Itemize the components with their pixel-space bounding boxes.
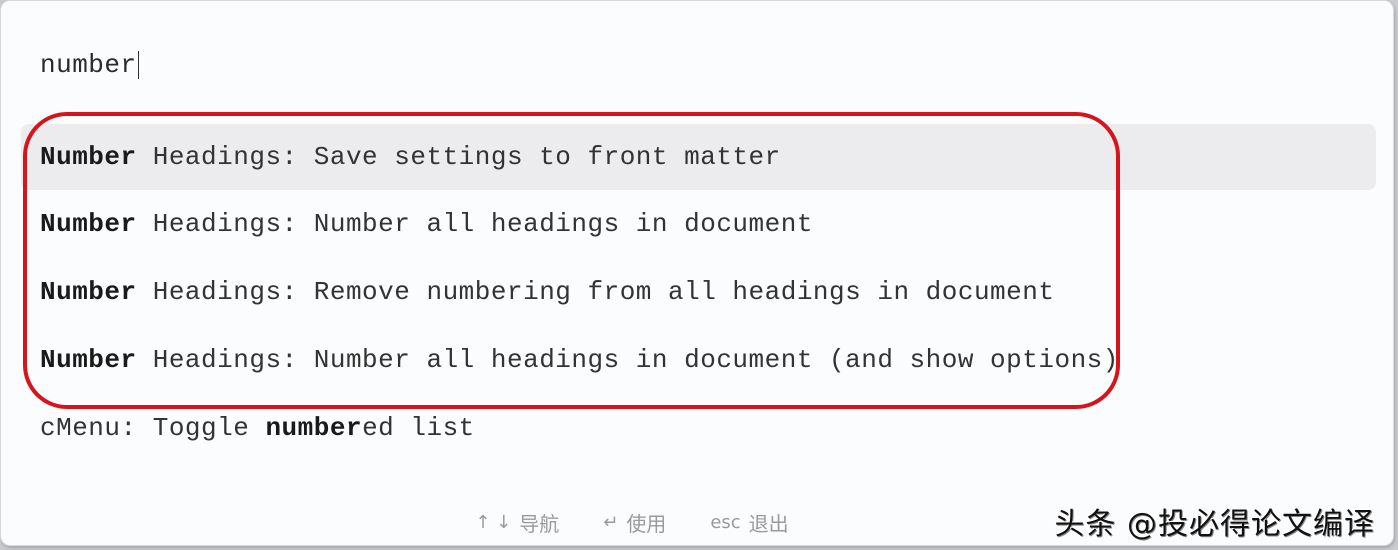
result-match: Number [40,142,137,172]
result-label: Headings: Number all headings in documen… [136,345,1119,375]
result-match: Number [40,209,137,239]
result-label: Headings: Save settings to front matter [136,142,781,172]
result-match: Number [40,345,137,375]
result-match: Number [40,277,137,307]
hint-navigate: ↑ ↓ 导航 [475,508,559,537]
hint-use-label: 使用 [626,511,667,536]
result-match: number [265,413,363,443]
enter-icon: ↵ [603,511,619,533]
result-prefix: cMenu: Toggle [40,413,266,443]
command-palette: number Number Headings: Save settings to… [0,0,1394,546]
result-suffix: ed list [362,413,475,443]
hint-use: ↵ 使用 [603,508,666,537]
result-item[interactable]: Number Headings: Number all headings in … [21,326,1376,394]
hint-exit: esc 退出 [710,508,788,537]
result-label: Headings: Number all headings in documen… [136,209,813,239]
result-item[interactable]: Number Headings: Number all headings in … [21,190,1376,258]
result-label: Headings: Remove numbering from all head… [136,277,1055,307]
esc-key-label: esc [710,511,741,533]
up-down-arrows-icon: ↑ ↓ [475,511,512,533]
results-list: Number Headings: Save settings to front … [21,124,1376,462]
result-item[interactable]: cMenu: Toggle number ed list [21,394,1376,462]
hint-navigate-label: 导航 [519,511,560,536]
watermark: 头条 @投必得论文编译 [1054,507,1375,542]
search-row: number [40,45,139,85]
result-item[interactable]: Number Headings: Remove numbering from a… [21,258,1376,326]
hint-exit-label: 退出 [748,511,789,536]
result-item[interactable]: Number Headings: Save settings to front … [21,124,1376,190]
search-input[interactable]: number [40,50,137,80]
text-caret [137,51,139,79]
